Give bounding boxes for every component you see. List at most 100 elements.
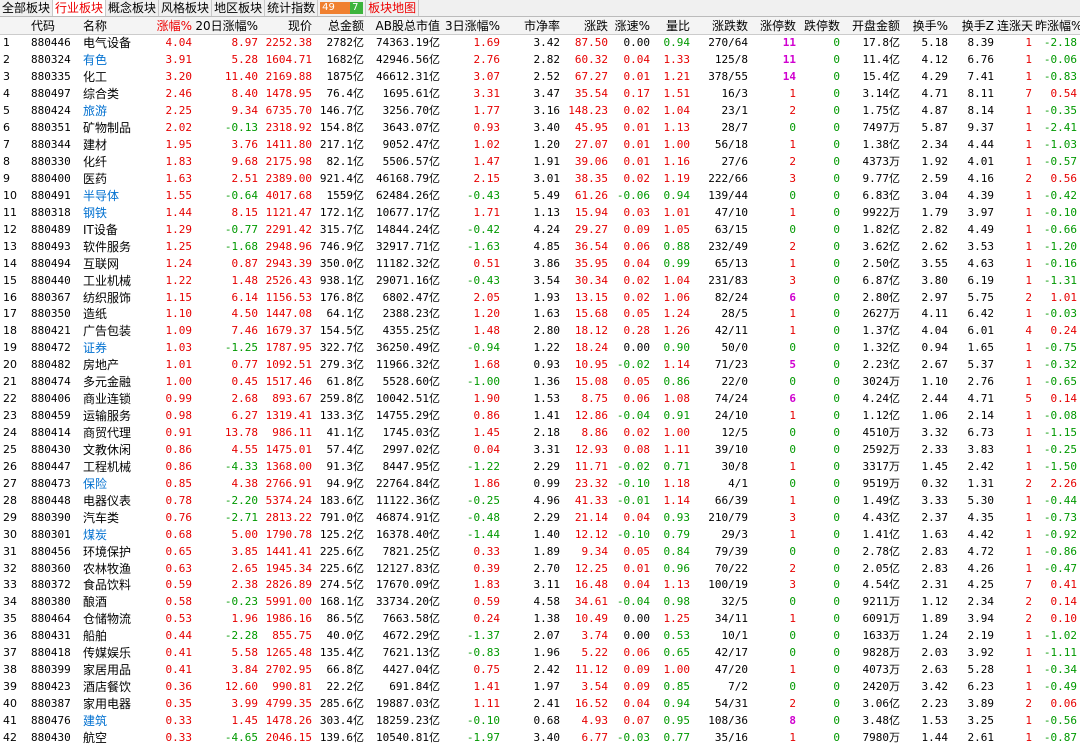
column-header-13[interactable]: 涨跌数 <box>693 17 751 35</box>
cell-col-2[interactable]: IT设备 <box>79 221 151 238</box>
table-row[interactable]: 32 880360 农林牧渔 0.63 2.65 1945.34 225.6亿 12127.8… <box>0 560 1080 577</box>
tab-board-map[interactable]: 板块地图 <box>366 0 420 16</box>
table-row[interactable]: 14 880494 互联网 1.24 0.87 2943.39 350.0亿 11182.32… <box>0 255 1080 272</box>
table-row[interactable]: 20 880482 房地产 1.01 0.77 1092.51 279.3亿 11966.32… <box>0 357 1080 374</box>
cell-col-2[interactable]: 有色 <box>79 52 151 69</box>
table-row[interactable]: 35 880464 仓储物流 0.53 1.96 1986.16 86.5亿 7663.58亿… <box>0 611 1080 628</box>
table-row[interactable]: 30 880301 煤炭 0.68 5.00 1790.78 125.2亿 16378.40亿… <box>0 526 1080 543</box>
table-row[interactable]: 19 880472 证券 1.03 -1.25 1787.95 322.7亿 36250.49… <box>0 340 1080 357</box>
table-row[interactable]: 38 880399 家居用品 0.41 3.84 2702.95 66.8亿 4427.04亿… <box>0 662 1080 679</box>
table-row[interactable]: 42 880430 航空 0.33 -4.65 2046.15 139.6亿 10540.81… <box>0 729 1080 746</box>
table-row[interactable]: 11 880318 钢铁 1.44 8.15 1121.47 172.1亿 10677.17亿… <box>0 204 1080 221</box>
cell-col-2[interactable]: 造纸 <box>79 306 151 323</box>
table-row[interactable]: 8 880330 化纤 1.83 9.68 2175.98 82.1亿 5506.57亿 1.4… <box>0 154 1080 171</box>
cell-col-2[interactable]: 运输服务 <box>79 408 151 425</box>
column-header-7[interactable]: AB股总市值 <box>367 17 443 35</box>
column-header-16[interactable]: 开盘金额 <box>843 17 903 35</box>
cell-col-2[interactable]: 传媒娱乐 <box>79 645 151 662</box>
column-header-8[interactable]: 3日涨幅% <box>443 17 503 35</box>
table-row[interactable]: 17 880350 造纸 1.10 4.50 1447.08 64.1亿 2388.23亿 1.… <box>0 306 1080 323</box>
table-row[interactable]: 24 880414 商贸代理 0.91 13.78 986.11 41.1亿 1745.03亿… <box>0 425 1080 442</box>
cell-col-2[interactable]: 航空 <box>79 729 151 746</box>
column-header-6[interactable]: 总金额 <box>315 17 367 35</box>
column-header-4[interactable]: 20日涨幅% <box>195 17 261 35</box>
cell-col-2[interactable]: 旅游 <box>79 103 151 120</box>
table-row[interactable]: 27 880473 保险 0.85 4.38 2766.91 94.9亿 22764.84亿 1… <box>0 475 1080 492</box>
table-row[interactable]: 3 880335 化工 3.20 11.40 2169.88 1875亿 46612.31亿 3… <box>0 69 1080 86</box>
table-row[interactable]: 15 880440 工业机械 1.22 1.48 2526.43 938.1亿 29071.1… <box>0 272 1080 289</box>
cell-col-2[interactable]: 文教休闲 <box>79 442 151 459</box>
column-header-2[interactable]: 名称 <box>79 17 151 35</box>
cell-col-2[interactable]: 证券 <box>79 340 151 357</box>
cell-col-2[interactable]: 煤炭 <box>79 526 151 543</box>
cell-col-2[interactable]: 家居用品 <box>79 662 151 679</box>
table-row[interactable]: 10 880491 半导体 1.55 -0.64 4017.68 1559亿 62484.26… <box>0 187 1080 204</box>
cell-col-2[interactable]: 综合类 <box>79 86 151 103</box>
cell-col-2[interactable]: 矿物制品 <box>79 120 151 137</box>
cell-col-2[interactable]: 家用电器 <box>79 696 151 713</box>
cell-col-2[interactable]: 建筑 <box>79 713 151 730</box>
cell-col-2[interactable]: 化纤 <box>79 154 151 171</box>
table-row[interactable]: 16 880367 纺织服饰 1.15 6.14 1156.53 176.8亿 6802.47… <box>0 289 1080 306</box>
column-header-12[interactable]: 量比 <box>653 17 693 35</box>
cell-col-2[interactable]: 钢铁 <box>79 204 151 221</box>
column-header-10[interactable]: 涨跌 <box>563 17 611 35</box>
table-row[interactable]: 29 880390 汽车类 0.76 -2.71 2813.22 791.0亿 46874.9… <box>0 509 1080 526</box>
tab-5[interactable]: 统计指数 <box>265 0 319 16</box>
cell-col-2[interactable]: 化工 <box>79 69 151 86</box>
cell-col-2[interactable]: 医药 <box>79 171 151 188</box>
column-header-5[interactable]: 现价 <box>261 17 315 35</box>
table-row[interactable]: 31 880456 环境保护 0.65 3.85 1441.41 225.6亿 7821.25… <box>0 543 1080 560</box>
column-header-15[interactable]: 跌停数 <box>799 17 843 35</box>
table-row[interactable]: 6 880351 矿物制品 2.02 -0.13 2318.92 154.8亿 3643.07… <box>0 120 1080 137</box>
cell-col-2[interactable]: 多元金融 <box>79 374 151 391</box>
column-header-17[interactable]: 换手% <box>903 17 951 35</box>
table-row[interactable]: 39 880423 酒店餐饮 0.36 12.60 990.81 22.2亿 691.84亿 1… <box>0 679 1080 696</box>
cell-col-2[interactable]: 房地产 <box>79 357 151 374</box>
cell-col-2[interactable]: 商业连锁 <box>79 391 151 408</box>
column-header-3[interactable]: 涨幅% <box>151 17 195 35</box>
cell-col-2[interactable]: 酿酒 <box>79 594 151 611</box>
table-row[interactable]: 4 880497 综合类 2.46 8.40 1478.95 76.4亿 1695.61亿 3.… <box>0 86 1080 103</box>
tab-3[interactable]: 风格板块 <box>159 0 213 16</box>
table-row[interactable]: 36 880431 船舶 0.44 -2.28 855.75 40.0亿 4672.29亿 -1… <box>0 628 1080 645</box>
cell-col-2[interactable]: 工业机械 <box>79 272 151 289</box>
column-header-18[interactable]: 换手Z <box>951 17 997 35</box>
cell-col-2[interactable]: 电气设备 <box>79 35 151 52</box>
tab-0[interactable]: 全部板块 <box>0 0 54 16</box>
column-header-19[interactable]: 连涨天 <box>997 17 1035 35</box>
cell-col-2[interactable]: 汽车类 <box>79 509 151 526</box>
table-row[interactable]: 5 880424 旅游 2.25 9.34 6735.70 146.7亿 3256.70亿 1.… <box>0 103 1080 120</box>
column-header-14[interactable]: 涨停数 <box>751 17 799 35</box>
column-header-9[interactable]: 市净率 <box>503 17 563 35</box>
cell-col-2[interactable]: 广告包装 <box>79 323 151 340</box>
table-row[interactable]: 41 880476 建筑 0.33 1.45 1478.26 303.4亿 18259.23亿… <box>0 713 1080 730</box>
table-row[interactable]: 2 880324 有色 3.91 5.28 1604.71 1682亿 42946.56亿 2.… <box>0 52 1080 69</box>
table-row[interactable]: 33 880372 食品饮料 0.59 2.38 2826.89 274.5亿 17670.0… <box>0 577 1080 594</box>
table-row[interactable]: 22 880406 商业连锁 0.99 2.68 893.67 259.8亿 10042.51… <box>0 391 1080 408</box>
column-header-11[interactable]: 涨速% <box>611 17 653 35</box>
cell-col-2[interactable]: 互联网 <box>79 255 151 272</box>
cell-col-2[interactable]: 仓储物流 <box>79 611 151 628</box>
cell-col-2[interactable]: 农林牧渔 <box>79 560 151 577</box>
table-row[interactable]: 7 880344 建材 1.95 3.76 1411.80 217.1亿 9052.47亿 1.… <box>0 137 1080 154</box>
column-header-1[interactable]: 代码 <box>27 17 79 35</box>
tab-1[interactable]: 行业板块 <box>53 0 107 16</box>
table-row[interactable]: 28 880448 电器仪表 0.78 -2.20 5374.24 183.6亿 11122.… <box>0 492 1080 509</box>
tab-4[interactable]: 地区板块 <box>212 0 266 16</box>
tab-2[interactable]: 概念板块 <box>106 0 160 16</box>
table-row[interactable]: 13 880493 软件服务 1.25 -1.68 2948.96 746.9亿 32917.… <box>0 238 1080 255</box>
cell-col-2[interactable]: 环境保护 <box>79 543 151 560</box>
cell-col-2[interactable]: 保险 <box>79 475 151 492</box>
table-row[interactable]: 25 880430 文教休闲 0.86 4.55 1475.01 57.4亿 2997.02亿… <box>0 442 1080 459</box>
table-row[interactable]: 9 880400 医药 1.63 2.51 2389.00 921.4亿 46168.79亿 2… <box>0 171 1080 188</box>
cell-col-2[interactable]: 食品饮料 <box>79 577 151 594</box>
table-row[interactable]: 12 880489 IT设备 1.29 -0.77 2291.42 315.7亿 14844.… <box>0 221 1080 238</box>
cell-col-2[interactable]: 酒店餐饮 <box>79 679 151 696</box>
table-row[interactable]: 23 880459 运输服务 0.98 6.27 1319.41 133.3亿 14755.2… <box>0 408 1080 425</box>
cell-col-2[interactable]: 电器仪表 <box>79 492 151 509</box>
cell-col-2[interactable]: 建材 <box>79 137 151 154</box>
table-row[interactable]: 1 880446 电气设备 4.04 8.97 2252.38 2782亿 74363.19亿… <box>0 35 1080 52</box>
cell-col-2[interactable]: 纺织服饰 <box>79 289 151 306</box>
cell-col-2[interactable]: 商贸代理 <box>79 425 151 442</box>
